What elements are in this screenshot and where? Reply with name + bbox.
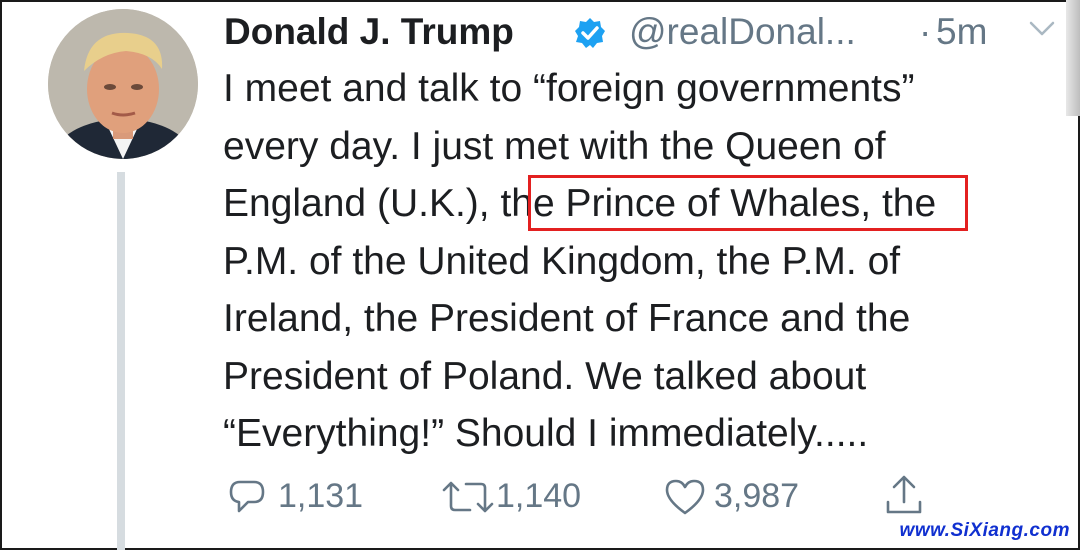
retweet-count: 1,140 (496, 477, 582, 515)
timestamp[interactable]: 5m (936, 10, 987, 54)
highlight-box (528, 175, 968, 231)
retweet-button[interactable]: 1,140 (440, 470, 590, 524)
avatar-portrait (48, 9, 198, 159)
watermark: www.SiXiang.com (899, 520, 1070, 541)
author-name[interactable]: Donald J. Trump (224, 10, 514, 54)
chevron-down-icon[interactable] (1029, 20, 1055, 38)
thread-line (117, 172, 125, 550)
tweet-text: I meet and talk to “foreign governments”… (223, 60, 1053, 463)
verified-badge-icon (575, 18, 605, 48)
reply-count: 1,131 (278, 477, 364, 515)
speech-bubble-icon (229, 480, 265, 513)
tweet-line: I meet and talk to “foreign governments” (223, 67, 915, 110)
tweet-line: P.M. of the United Kingdom, the P.M. of (223, 239, 901, 283)
avatar[interactable] (48, 9, 198, 159)
tweet-line: Ireland, the President of France and the (223, 297, 911, 340)
author-handle[interactable]: @realDonal... (629, 10, 856, 54)
share-upload-icon (886, 475, 922, 514)
separator-dot: · (919, 11, 932, 52)
retweet-arrows-icon (442, 481, 494, 513)
tweet-line: President of Poland. We talked about (223, 354, 867, 398)
like-button[interactable]: 3,987 (664, 470, 814, 524)
share-button[interactable] (884, 470, 930, 524)
reply-button[interactable]: 1,131 (228, 470, 368, 524)
tweet-line: every day. I just met with the Queen of (223, 124, 886, 168)
scrollbar[interactable] (1066, 0, 1080, 116)
heart-icon (665, 479, 705, 515)
like-count: 3,987 (714, 477, 800, 515)
tweet-line: “Everything!” Should I immediately..... (223, 412, 869, 455)
